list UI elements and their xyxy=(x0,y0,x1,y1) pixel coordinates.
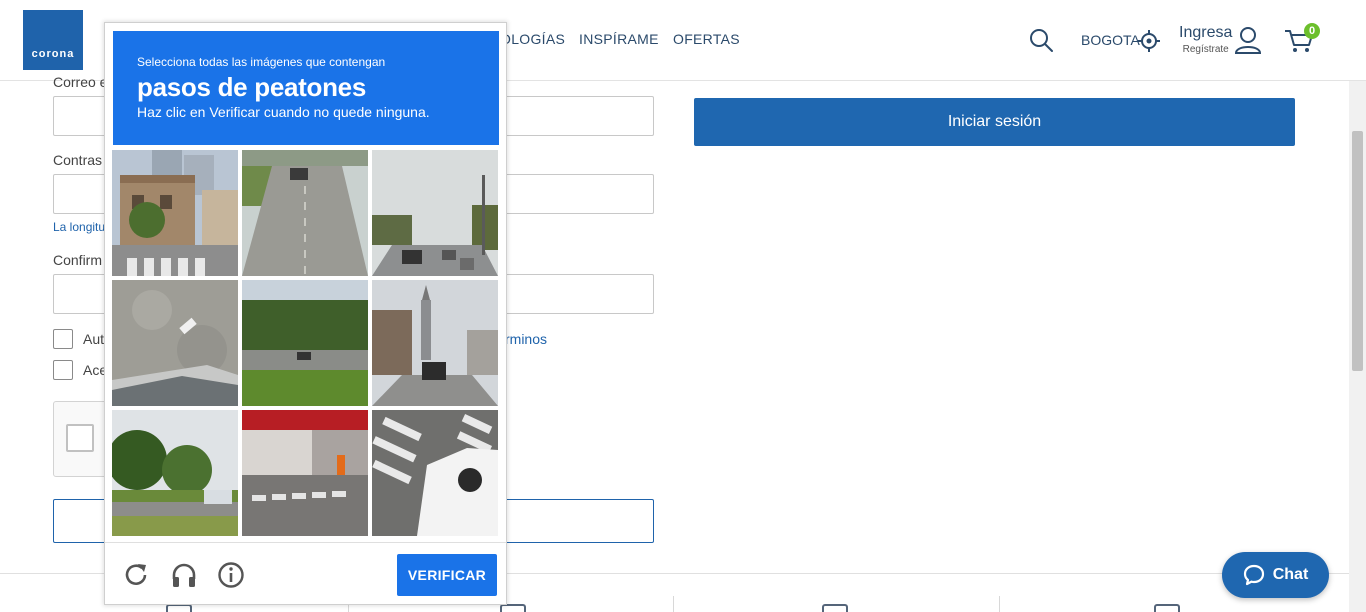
password-label: Contras xyxy=(53,152,103,168)
login-link[interactable]: Ingresa Regístrate xyxy=(1179,24,1232,55)
footer-separator xyxy=(673,596,674,612)
terms-link[interactable]: rminos xyxy=(505,331,547,347)
search-icon[interactable] xyxy=(1028,27,1054,53)
scrollbar-thumb[interactable] xyxy=(1352,131,1363,371)
nav-inspirame[interactable]: INSPÍRAME xyxy=(579,31,659,47)
recaptcha-challenge-dialog: Selecciona todas las imágenes que conten… xyxy=(104,22,507,605)
footer-icon xyxy=(1154,604,1180,612)
corona-logo[interactable]: corona xyxy=(23,10,83,70)
challenge-footer: VERIFICAR xyxy=(105,542,506,604)
image-tile[interactable] xyxy=(372,150,498,276)
verify-button[interactable]: VERIFICAR xyxy=(397,554,497,596)
image-tile[interactable] xyxy=(112,280,238,406)
reload-icon[interactable] xyxy=(122,561,150,589)
nav-tecnologias[interactable]: OLOGÍAS xyxy=(500,31,565,47)
footer-icon xyxy=(822,604,848,612)
image-tile[interactable] xyxy=(372,410,498,536)
chat-bubble-icon xyxy=(1243,564,1264,586)
instruction-target: pasos de peatones xyxy=(137,72,366,102)
image-grid xyxy=(112,150,500,538)
chat-label: Chat xyxy=(1272,566,1309,583)
image-tile[interactable] xyxy=(242,150,368,276)
challenge-instructions: Selecciona todas las imágenes que conten… xyxy=(113,31,499,145)
user-icon[interactable] xyxy=(1233,25,1263,55)
instruction-hint: Haz clic en Verificar cuando no quede ni… xyxy=(137,104,430,120)
recaptcha-checkbox[interactable] xyxy=(66,424,94,452)
email-label: Correo e xyxy=(53,74,108,90)
logo-text: corona xyxy=(31,48,75,60)
city-selector[interactable]: BOGOTA xyxy=(1081,32,1140,48)
cart-count-badge: 0 xyxy=(1304,23,1320,39)
accept-checkbox[interactable] xyxy=(53,360,73,380)
image-tile[interactable] xyxy=(112,150,238,276)
image-tile[interactable] xyxy=(372,280,498,406)
footer-icon xyxy=(166,604,192,612)
image-tile[interactable] xyxy=(242,280,368,406)
authorize-label: Aut xyxy=(83,331,105,347)
confirm-password-label: Confirm xyxy=(53,252,103,268)
authorize-checkbox[interactable] xyxy=(53,329,73,349)
register-sub-label: Regístrate xyxy=(1182,44,1229,55)
login-main-label: Ingresa xyxy=(1179,24,1233,41)
login-button[interactable]: Iniciar sesión xyxy=(694,98,1295,146)
image-tile[interactable] xyxy=(112,410,238,536)
chat-button[interactable]: Chat xyxy=(1222,552,1329,598)
location-target-icon[interactable] xyxy=(1137,29,1161,53)
headphones-audio-icon[interactable] xyxy=(170,561,198,589)
image-tile[interactable] xyxy=(242,410,368,536)
info-icon[interactable] xyxy=(217,561,245,589)
password-hint: La longitu xyxy=(53,220,106,234)
footer-icon xyxy=(500,604,526,612)
nav-ofertas[interactable]: OFERTAS xyxy=(673,31,740,47)
footer-separator xyxy=(999,596,1000,612)
instruction-line: Selecciona todas las imágenes que conten… xyxy=(137,55,386,69)
